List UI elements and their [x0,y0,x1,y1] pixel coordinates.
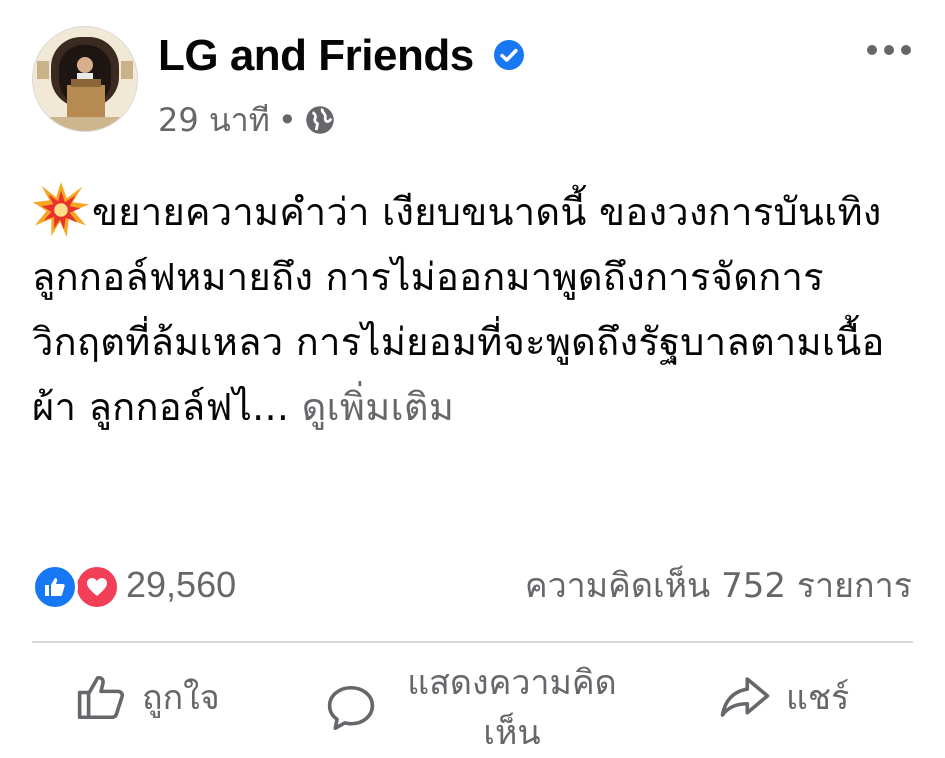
reactions-summary[interactable]: 29,560 [32,562,237,610]
more-options-icon[interactable] [866,44,912,56]
page-name[interactable]: LG and Friends [158,30,474,82]
love-reaction-icon [74,564,120,610]
share-button[interactable]: แชร์ [718,670,849,724]
comment-label: แสดงความคิดเห็น [407,663,617,753]
like-button[interactable]: ถูกใจ [74,670,220,724]
post-time[interactable]: 29 นาที [158,100,270,140]
post-body: ขยายความคำว่า เงียบขนาดนี้ ของวงการบันเท… [32,180,907,440]
share-arrow-icon [720,677,770,717]
comment-button[interactable]: แสดงความคิดเห็น [324,658,632,758]
like-label: ถูกใจ [142,678,220,718]
verified-icon [494,40,524,70]
divider [32,641,913,643]
page-avatar[interactable] [32,26,138,132]
globe-icon [305,106,334,134]
meta-separator: • [277,101,297,139]
comment-bubble-icon [327,685,375,731]
post-meta: 29 นาที • [158,100,335,140]
reaction-count: 29,560 [126,564,237,605]
like-thumb-icon [77,675,125,720]
like-reaction-icon [32,564,78,610]
action-bar: ถูกใจ แสดงความคิดเห็น แชร์ [32,650,913,755]
post-body-text: ขยายความคำว่า เงียบขนาดนี้ ของวงการบันเท… [32,190,885,429]
comment-count-link[interactable]: ความคิดเห็น 752 รายการ [525,564,912,608]
reaction-icons [32,562,120,610]
post-header: LG and Friends 29 นาที • [32,26,912,139]
share-label: แชร์ [786,678,850,718]
see-more-link[interactable]: ดูเพิ่มเติม [302,385,455,429]
explosion-emoji-icon [32,181,90,238]
